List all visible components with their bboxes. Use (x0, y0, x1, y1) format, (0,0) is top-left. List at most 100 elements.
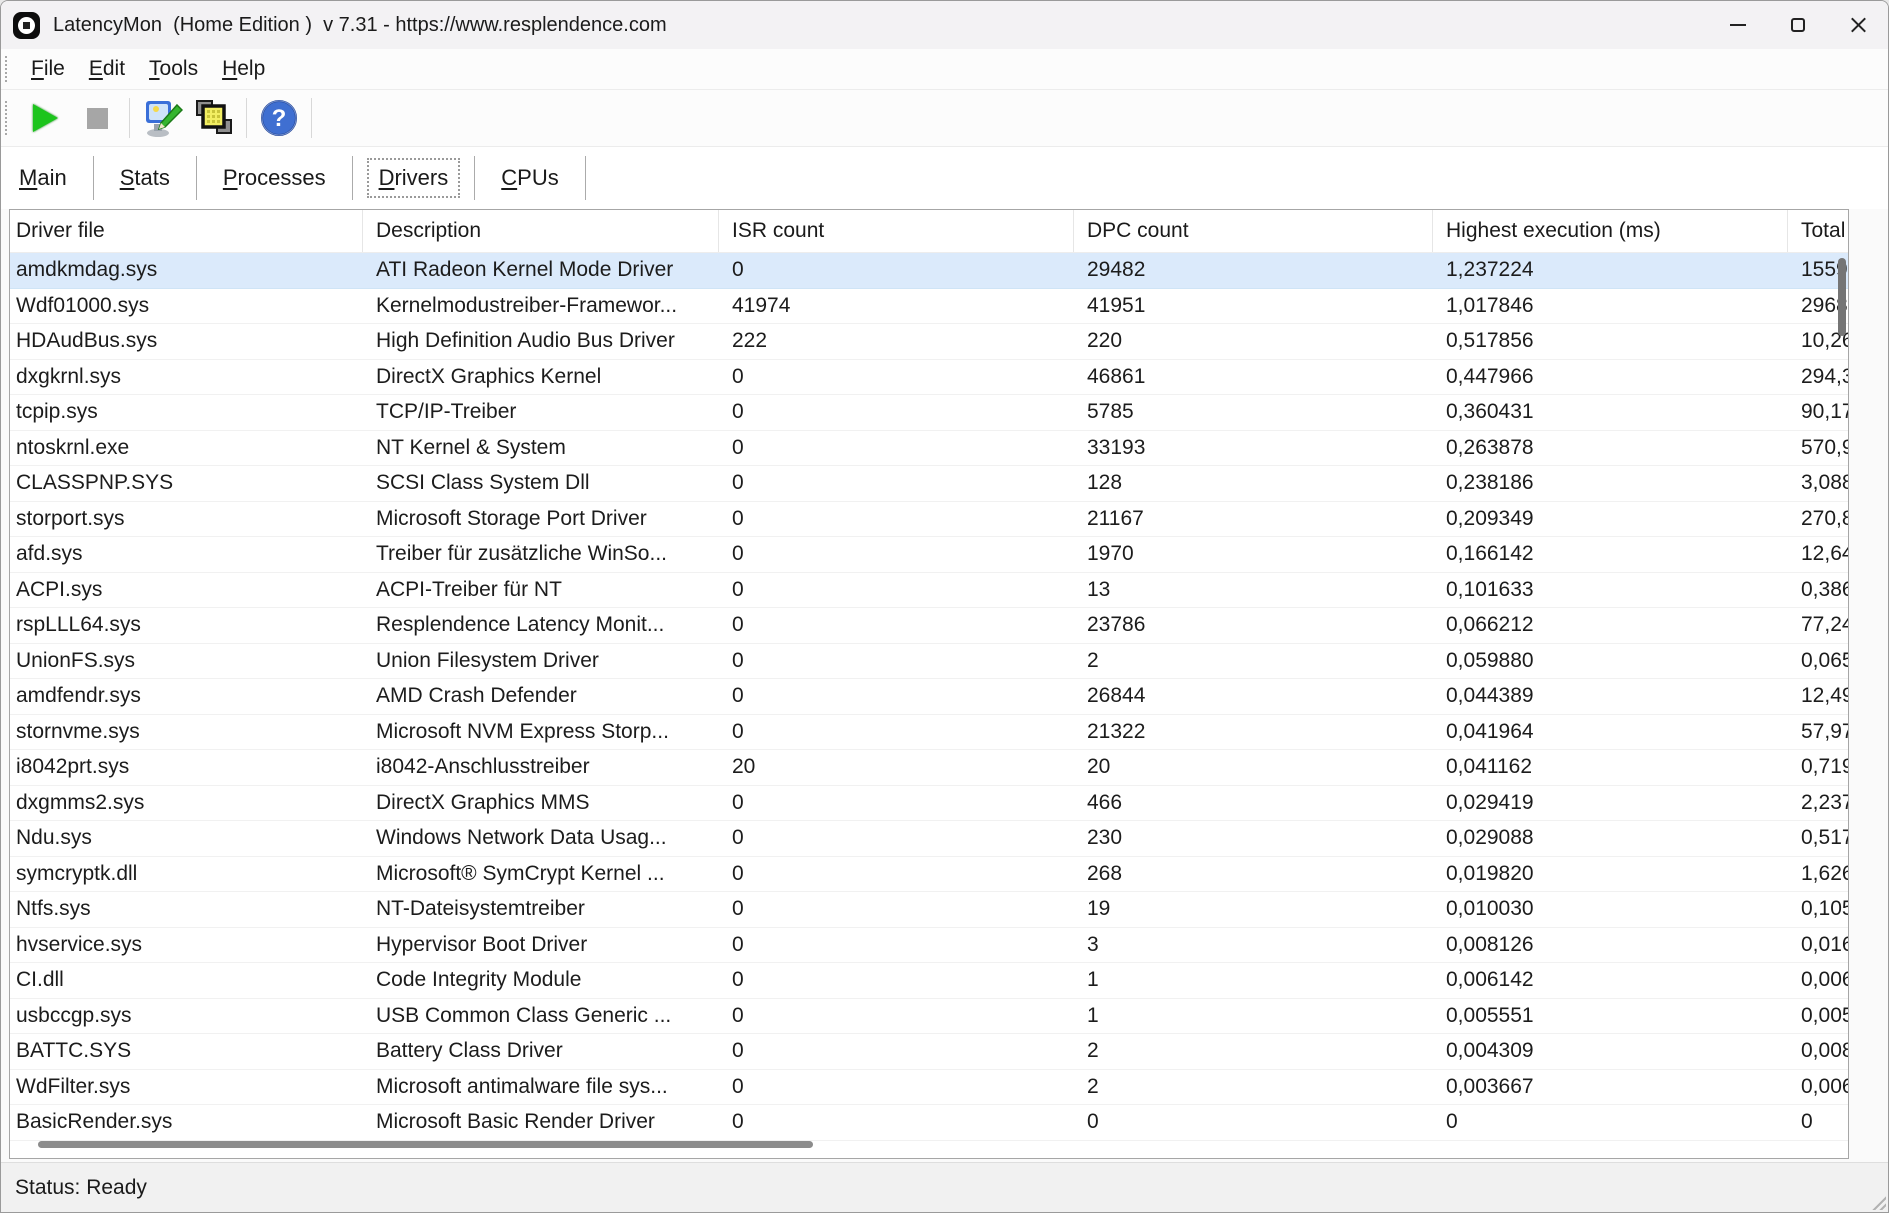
cell-driver-file: dxgmms2.sys (10, 786, 363, 821)
stop-icon (87, 108, 108, 129)
cell-description: Battery Class Driver (363, 1034, 719, 1069)
column-header-total[interactable]: Total (1788, 210, 1848, 252)
table-row[interactable]: WdFilter.sys Microsoft antimalware file … (10, 1070, 1848, 1106)
tab-cpus[interactable]: CPUs (489, 147, 570, 209)
tab-separator (585, 156, 586, 200)
close-button[interactable] (1828, 1, 1888, 49)
column-header-description[interactable]: Description (363, 210, 719, 252)
cell-dpc-count: 0 (1074, 1105, 1433, 1140)
cell-driver-file: storport.sys (10, 502, 363, 537)
table-row[interactable]: afd.sys Treiber für zusätzliche WinSo...… (10, 537, 1848, 573)
table-row[interactable]: amdkmdag.sys ATI Radeon Kernel Mode Driv… (10, 253, 1848, 289)
table-row[interactable]: dxgkrnl.sys DirectX Graphics Kernel 0 46… (10, 360, 1848, 396)
table-row[interactable]: ntoskrnl.exe NT Kernel & System 0 33193 … (10, 431, 1848, 467)
tab-stats[interactable]: Stats (108, 147, 182, 209)
menu-item-file[interactable]: File (19, 49, 77, 89)
menu-drag-gripper[interactable] (5, 56, 11, 82)
column-header-isr-count[interactable]: ISR count (719, 210, 1074, 252)
table-row[interactable]: hvservice.sys Hypervisor Boot Driver 0 3… (10, 928, 1848, 964)
cell-dpc-count: 128 (1074, 466, 1433, 501)
menu-item-help[interactable]: Help (210, 49, 277, 89)
cell-isr-count: 0 (719, 537, 1074, 572)
table-row[interactable]: HDAudBus.sys High Definition Audio Bus D… (10, 324, 1848, 360)
cell-dpc-count: 2 (1074, 1070, 1433, 1105)
cell-highest-execution: 0,209349 (1433, 502, 1788, 537)
tab-separator (352, 156, 353, 200)
cell-isr-count: 41974 (719, 289, 1074, 324)
tab-main-label: Main (7, 158, 79, 198)
cell-dpc-count: 2 (1074, 1034, 1433, 1069)
toolbar-drag-gripper[interactable] (5, 101, 11, 135)
table-row[interactable]: CI.dll Code Integrity Module 0 1 0,00614… (10, 963, 1848, 999)
cell-isr-count: 0 (719, 431, 1074, 466)
table-row[interactable]: amdfendr.sys AMD Crash Defender 0 26844 … (10, 679, 1848, 715)
cell-description: DirectX Graphics MMS (363, 786, 719, 821)
table-row[interactable]: Ndu.sys Windows Network Data Usag... 0 2… (10, 821, 1848, 857)
windows-button[interactable] (188, 94, 240, 142)
cell-description: Hypervisor Boot Driver (363, 928, 719, 963)
tab-processes[interactable]: Processes (211, 147, 338, 209)
column-header-highest-execution[interactable]: Highest execution (ms) (1433, 210, 1788, 252)
toolbar-separator (129, 98, 130, 138)
table-row[interactable]: BasicRender.sys Microsoft Basic Render D… (10, 1105, 1848, 1141)
stop-monitor-button[interactable] (71, 94, 123, 142)
window-title: LatencyMon (Home Edition ) v 7.31 - http… (53, 14, 667, 37)
table-row[interactable]: stornvme.sys Microsoft NVM Express Storp… (10, 715, 1848, 751)
cell-driver-file: WdFilter.sys (10, 1070, 363, 1105)
tab-processes-label: Processes (211, 158, 338, 198)
cell-isr-count: 222 (719, 324, 1074, 359)
vertical-scrollbar-thumb[interactable] (1838, 258, 1846, 336)
options-button[interactable] (136, 94, 188, 142)
cell-description: Microsoft® SymCrypt Kernel ... (363, 857, 719, 892)
table-row[interactable]: storport.sys Microsoft Storage Port Driv… (10, 502, 1848, 538)
table-body: amdkmdag.sys ATI Radeon Kernel Mode Driv… (10, 253, 1848, 1141)
table-row[interactable]: usbccgp.sys USB Common Class Generic ...… (10, 999, 1848, 1035)
cell-isr-count: 0 (719, 999, 1074, 1034)
maximize-button[interactable] (1768, 1, 1828, 49)
cell-description: SCSI Class System Dll (363, 466, 719, 501)
table-row[interactable]: Ntfs.sys NT-Dateisystemtreiber 0 19 0,01… (10, 892, 1848, 928)
column-header-dpc-count[interactable]: DPC count (1074, 210, 1433, 252)
table-row[interactable]: CLASSPNP.SYS SCSI Class System Dll 0 128… (10, 466, 1848, 502)
cell-driver-file: tcpip.sys (10, 395, 363, 430)
cell-highest-execution: 0,010030 (1433, 892, 1788, 927)
minimize-icon (1730, 24, 1746, 26)
cell-description: Kernelmodustreiber-Framewor... (363, 289, 719, 324)
cell-dpc-count: 21167 (1074, 502, 1433, 537)
menu-item-tools[interactable]: Tools (137, 49, 210, 89)
help-icon: ? (259, 98, 299, 138)
cell-driver-file: ntoskrnl.exe (10, 431, 363, 466)
cell-dpc-count: 466 (1074, 786, 1433, 821)
close-icon (1850, 17, 1867, 34)
table-row[interactable]: UnionFS.sys Union Filesystem Driver 0 2 … (10, 644, 1848, 680)
cell-isr-count: 0 (719, 821, 1074, 856)
table-row[interactable]: BATTC.SYS Battery Class Driver 0 2 0,004… (10, 1034, 1848, 1070)
table-row[interactable]: Wdf01000.sys Kernelmodustreiber-Framewor… (10, 289, 1848, 325)
cell-description: TCP/IP-Treiber (363, 395, 719, 430)
cell-highest-execution: 0,029419 (1433, 786, 1788, 821)
table-row[interactable]: tcpip.sys TCP/IP-Treiber 0 5785 0,360431… (10, 395, 1848, 431)
minimize-button[interactable] (1708, 1, 1768, 49)
table-row[interactable]: dxgmms2.sys DirectX Graphics MMS 0 466 0… (10, 786, 1848, 822)
cell-total: 12,64 (1788, 537, 1848, 572)
column-header-driver-file[interactable]: Driver file (10, 210, 363, 252)
horizontal-scrollbar-thumb[interactable] (38, 1141, 813, 1148)
cell-driver-file: BasicRender.sys (10, 1105, 363, 1140)
cell-description: Union Filesystem Driver (363, 644, 719, 679)
tab-drivers[interactable]: Drivers (367, 147, 461, 209)
table-row[interactable]: i8042prt.sys i8042-Anschlusstreiber 20 2… (10, 750, 1848, 786)
start-monitor-button[interactable] (19, 94, 71, 142)
cell-total: 0,006 (1788, 1070, 1848, 1105)
cell-isr-count: 0 (719, 1105, 1074, 1140)
table-row[interactable]: ACPI.sys ACPI-Treiber für NT 0 13 0,1016… (10, 573, 1848, 609)
cell-highest-execution: 0,517856 (1433, 324, 1788, 359)
cell-driver-file: HDAudBus.sys (10, 324, 363, 359)
table-row[interactable]: rspLLL64.sys Resplendence Latency Monit.… (10, 608, 1848, 644)
table-row[interactable]: symcryptk.dll Microsoft® SymCrypt Kernel… (10, 857, 1848, 893)
cell-description: Microsoft NVM Express Storp... (363, 715, 719, 750)
tab-main[interactable]: Main (7, 147, 79, 209)
menu-item-edit[interactable]: Edit (77, 49, 137, 89)
cell-total: 0,105 (1788, 892, 1848, 927)
tab-separator (93, 156, 94, 200)
help-button[interactable]: ? (253, 94, 305, 142)
